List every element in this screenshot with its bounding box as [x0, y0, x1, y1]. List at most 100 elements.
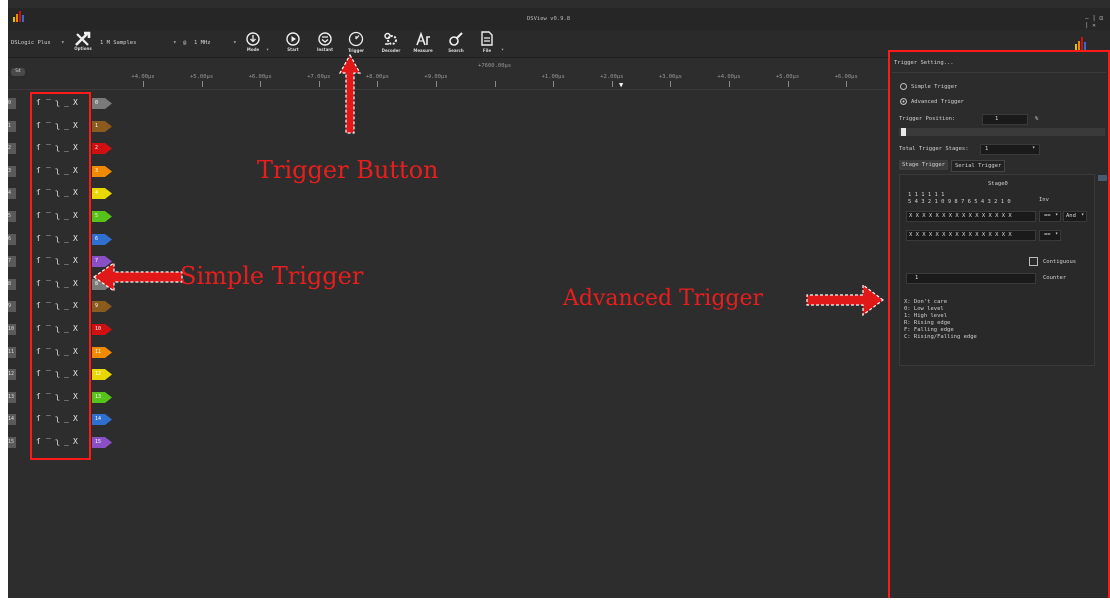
legend-line: R: Rising edge — [904, 320, 951, 326]
options-button[interactable]: Options — [70, 30, 96, 56]
search-button[interactable]: Search — [443, 31, 469, 57]
ruler-corner-button[interactable]: S4 — [11, 68, 25, 76]
channel-index-label[interactable]: 15 — [8, 437, 16, 448]
channel-tag[interactable]: 15 — [92, 437, 112, 448]
channel-index-label[interactable]: 2 — [8, 143, 16, 155]
channel-tag[interactable]: 12 — [92, 369, 112, 381]
trigger-position-slider[interactable] — [899, 128, 1105, 136]
advanced-trigger-annotation: Advanced Trigger — [563, 286, 764, 311]
mask-input-2[interactable]: X X X X X X X X X X X X X X X X — [906, 230, 1036, 241]
decoder-icon — [384, 32, 397, 45]
channel-tag[interactable]: 10 — [92, 324, 112, 335]
trigger-button-arrow-icon — [338, 53, 362, 134]
mask-input-1[interactable]: X X X X X X X X X X X X X X X X — [906, 211, 1036, 222]
channel-index-label[interactable]: 12 — [8, 369, 16, 381]
window-controls[interactable]: – | ⊡ | ✕ — [1085, 15, 1110, 29]
chevron-down-icon[interactable]: ▾ — [266, 47, 269, 53]
file-button[interactable]: File — [474, 30, 500, 56]
slider-handle[interactable] — [901, 128, 906, 136]
channel-tag-number: 3 — [95, 167, 99, 174]
dsview-window: DSView v0.9.8 – | ⊡ | ✕ DSLogic Plus ▾ O… — [0, 0, 1110, 605]
channel-tag-number: 0 — [95, 100, 99, 106]
channel-index-label[interactable]: 0 — [8, 98, 16, 109]
tab-serial-trigger[interactable]: Serial Trigger — [951, 160, 1006, 172]
channel-index-label[interactable]: 11 — [8, 346, 16, 358]
advanced-trigger-arrow-icon — [806, 283, 884, 317]
ruler-tick — [143, 81, 144, 87]
advanced-trigger-radio[interactable] — [900, 98, 907, 105]
mode-button[interactable]: Mode — [240, 32, 266, 58]
channel-index-label[interactable]: 7 — [8, 256, 16, 268]
chevron-down-icon[interactable]: ▾ — [233, 39, 237, 46]
ruler-tick-label: +4.00μs — [717, 74, 741, 80]
tab-stage-trigger[interactable]: Stage Trigger — [899, 160, 949, 170]
channel-tag[interactable]: 5 — [92, 211, 112, 222]
contiguous-label: Contiguous — [1043, 259, 1077, 265]
channel-tag[interactable]: 0 — [92, 98, 112, 109]
trigger-icon — [348, 31, 364, 47]
instant-button[interactable]: Instant — [312, 32, 338, 58]
counter-label: Counter — [1043, 275, 1067, 281]
simple-trigger-radio[interactable] — [900, 83, 907, 90]
channel-index-label[interactable]: 13 — [8, 391, 16, 403]
channel-tag-number: 13 — [95, 393, 102, 400]
channel-index-label[interactable]: 9 — [8, 301, 16, 313]
channel-tag[interactable]: 13 — [92, 391, 112, 403]
legend-line: F: Falling edge — [904, 327, 954, 333]
start-icon — [286, 32, 300, 46]
channel-tag[interactable]: 3 — [92, 165, 112, 177]
chevron-down-icon[interactable]: ▾ — [173, 39, 177, 46]
counter-input[interactable]: 1 — [906, 273, 1036, 284]
channel-tag[interactable]: 6 — [92, 233, 112, 245]
ruler-tick — [318, 81, 320, 87]
legend-line: C: Rising/Falling edge — [904, 334, 977, 340]
channel-tag[interactable]: 4 — [92, 188, 112, 200]
ruler-tick — [260, 81, 262, 87]
channel-tag-number: 15 — [95, 439, 102, 445]
chevron-down-icon[interactable]: ▾ — [1032, 145, 1035, 151]
channel-index-label[interactable]: 3 — [8, 165, 16, 177]
screenshot-margin-bottom — [0, 598, 1110, 605]
scrollbar[interactable] — [1098, 175, 1107, 181]
ruler-tick — [377, 81, 379, 87]
device-select[interactable]: DSLogic Plus — [11, 40, 51, 46]
channel-tag[interactable]: 9 — [92, 301, 112, 313]
total-stages-select[interactable]: 1 — [980, 144, 1040, 155]
ruler-tick-label: +6.00μs — [834, 74, 858, 80]
channel-index-label[interactable]: 14 — [8, 414, 16, 426]
channel-tag[interactable]: 2 — [92, 143, 112, 155]
channel-tag[interactable]: 14 — [92, 414, 112, 426]
chevron-down-icon[interactable]: ▾ — [1055, 212, 1058, 218]
ruler-tick — [611, 81, 613, 87]
channel-index-label[interactable]: 1 — [8, 120, 16, 132]
mode-icon — [246, 32, 260, 46]
stage-title: Stage0 — [988, 181, 1008, 187]
contiguous-checkbox[interactable] — [1029, 257, 1038, 266]
trigger-position-input[interactable]: 1 — [982, 114, 1028, 125]
sample-rate-select[interactable]: 1 MHz — [194, 40, 211, 46]
ruler-tick — [729, 81, 730, 87]
channel-tag[interactable]: 1 — [92, 120, 112, 132]
channel-index-label[interactable]: 4 — [8, 188, 16, 200]
sample-count-select[interactable]: 1 M Samples — [100, 40, 136, 46]
ruler-tick-label: +6.00μs — [248, 74, 272, 80]
chevron-down-icon[interactable]: ▾ — [501, 47, 504, 53]
stage-panel: Stage0 1 1 1 1 1 1 5 4 3 2 1 0 9 8 7 6 5… — [899, 174, 1095, 366]
decoder-button[interactable]: Decoder — [378, 31, 404, 57]
cursor-marker-icon[interactable]: ▼ — [619, 81, 623, 89]
start-button[interactable]: Start — [280, 32, 306, 58]
channel-index-label[interactable]: 6 — [8, 233, 16, 245]
channel-tag[interactable]: 11 — [92, 346, 112, 358]
ruler-tick-label: +9.00μs — [424, 74, 448, 80]
time-ruler[interactable]: S4 +4.00μs +5.00μs +6.00μs +7.00μs +8.00μs +9… — [8, 58, 911, 90]
ruler-tick-label: +7600.00μs — [478, 63, 512, 69]
chevron-down-icon[interactable]: ▾ — [61, 39, 65, 46]
channel-index-label[interactable]: 8 — [8, 278, 16, 290]
ruler-tick-label: +5.00μs — [190, 74, 214, 80]
chevron-down-icon[interactable]: ▾ — [1081, 212, 1084, 218]
chevron-down-icon[interactable]: ▾ — [1055, 231, 1058, 237]
channel-index-label[interactable]: 5 — [8, 211, 16, 222]
measure-button[interactable]: Measure — [410, 31, 436, 57]
simple-trigger-highlight — [30, 92, 91, 460]
channel-index-label[interactable]: 10 — [8, 324, 16, 335]
